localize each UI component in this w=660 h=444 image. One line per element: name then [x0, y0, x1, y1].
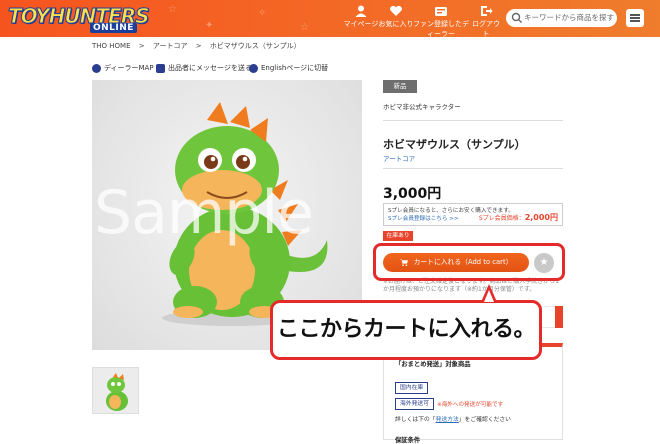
nav-logout-label: ログアウト	[472, 20, 500, 38]
link-message-seller[interactable]: 出品者にメッセージを送る	[156, 63, 252, 73]
language-icon	[249, 63, 258, 73]
nav-mypage-label: マイページ	[343, 20, 379, 28]
splay-member-box: Sプレ会員になると、さらにお安く購入できます。 Sプレ会員登録はこちら >> S…	[383, 203, 563, 226]
logo-sub-text: ONLINE	[90, 23, 137, 33]
product-price: 3,000円	[383, 186, 442, 202]
breadcrumb-separator: >	[195, 42, 202, 50]
overseas-note: ※海外への発送が可能です	[437, 402, 504, 408]
nav-mypage[interactable]: マイページ	[343, 5, 379, 33]
heart-icon	[390, 5, 402, 16]
star-decoration-icon: ✧	[258, 8, 267, 19]
logout-icon	[481, 6, 493, 16]
cart-highlight-frame	[373, 243, 565, 281]
splay-price: Sプレ会員価格：2,000円	[479, 212, 558, 223]
product-title: ホビマザウルス（サンプル）	[383, 138, 526, 151]
link-english-page[interactable]: Englishページに切替	[249, 63, 328, 73]
user-icon	[355, 5, 367, 17]
overseas-shipping-tag: 海外発送可	[395, 398, 434, 410]
shipping-detail-suffix: 」をご確認ください	[458, 417, 511, 423]
new-badge: 新品	[383, 80, 417, 93]
breadcrumb-current: ホビマザウルス（サンプル）	[209, 42, 301, 50]
breadcrumb-separator: >	[138, 42, 145, 50]
shipping-detail-prefix: 詳しくは下の「	[395, 417, 436, 423]
nav-logout[interactable]: ログアウト	[470, 5, 502, 38]
message-icon	[156, 63, 165, 73]
search-input[interactable]: キーワードから商品を探す	[506, 9, 617, 27]
search-icon	[511, 12, 522, 23]
shipping-detail: 詳しくは下の「発送方法」をご確認ください	[395, 414, 511, 423]
link-english-page-label: Englishページに切替	[261, 64, 329, 72]
fan-register-icon	[435, 7, 447, 16]
shipping-method-link[interactable]: 発送方法	[436, 417, 459, 423]
instruction-callout: ここからカートに入れる。	[270, 300, 542, 360]
link-dealer-map[interactable]: ディーラーMAP	[92, 63, 154, 73]
menu-icon	[630, 17, 640, 19]
nav-fan-dealers[interactable]: ファン登録したディーラー	[410, 5, 472, 38]
menu-icon	[630, 20, 640, 22]
site-logo[interactable]: TOYHUNTERS ONLINE	[8, 4, 150, 34]
breadcrumb: THO HOME > アートコア > ホビマザウルス（サンプル）	[92, 41, 307, 51]
person-icon	[92, 63, 101, 73]
domestic-stock-tag: 国内在庫	[395, 382, 429, 394]
search-placeholder: キーワードから商品を探す	[524, 13, 614, 22]
bundle-title: 「おまとめ発送」対象商品	[395, 361, 471, 368]
maker-link[interactable]: アートコア	[383, 153, 415, 163]
divider	[383, 168, 563, 169]
nav-favorites-label: お気に入り	[378, 20, 414, 28]
star-decoration-icon: ☆	[168, 4, 177, 15]
info-panel-accent	[555, 306, 563, 328]
link-dealer-map-label: ディーラーMAP	[104, 64, 154, 72]
breadcrumb-dealer[interactable]: アートコア	[153, 42, 188, 50]
thumbnail-image	[106, 373, 128, 411]
nav-fan-dealers-label: ファン登録したディーラー	[413, 20, 469, 38]
star-decoration-icon: ✦	[205, 20, 214, 31]
star-decoration-icon: ☆	[300, 22, 309, 33]
stock-badge: 在庫あり	[383, 231, 413, 241]
hamburger-menu-button[interactable]	[626, 9, 644, 27]
splay-price-value: 2,000円	[524, 213, 558, 222]
menu-icon	[630, 14, 640, 16]
site-header: TOYHUNTERS ONLINE ☆ ✦ ✧ ☆ マイページ お気に入り ファ…	[0, 0, 660, 38]
divider	[383, 120, 563, 121]
breadcrumb-home[interactable]: THO HOME	[92, 42, 131, 50]
nav-favorites[interactable]: お気に入り	[378, 5, 414, 33]
callout-pointer-inner	[484, 290, 494, 302]
link-message-seller-label: 出品者にメッセージを送る	[168, 64, 252, 72]
character-note: ホビマ非公式キャラクター	[383, 103, 461, 111]
splay-price-label: Sプレ会員価格：	[478, 215, 525, 222]
product-thumbnail[interactable]	[92, 367, 139, 414]
sample-watermark: Sample	[94, 178, 314, 248]
